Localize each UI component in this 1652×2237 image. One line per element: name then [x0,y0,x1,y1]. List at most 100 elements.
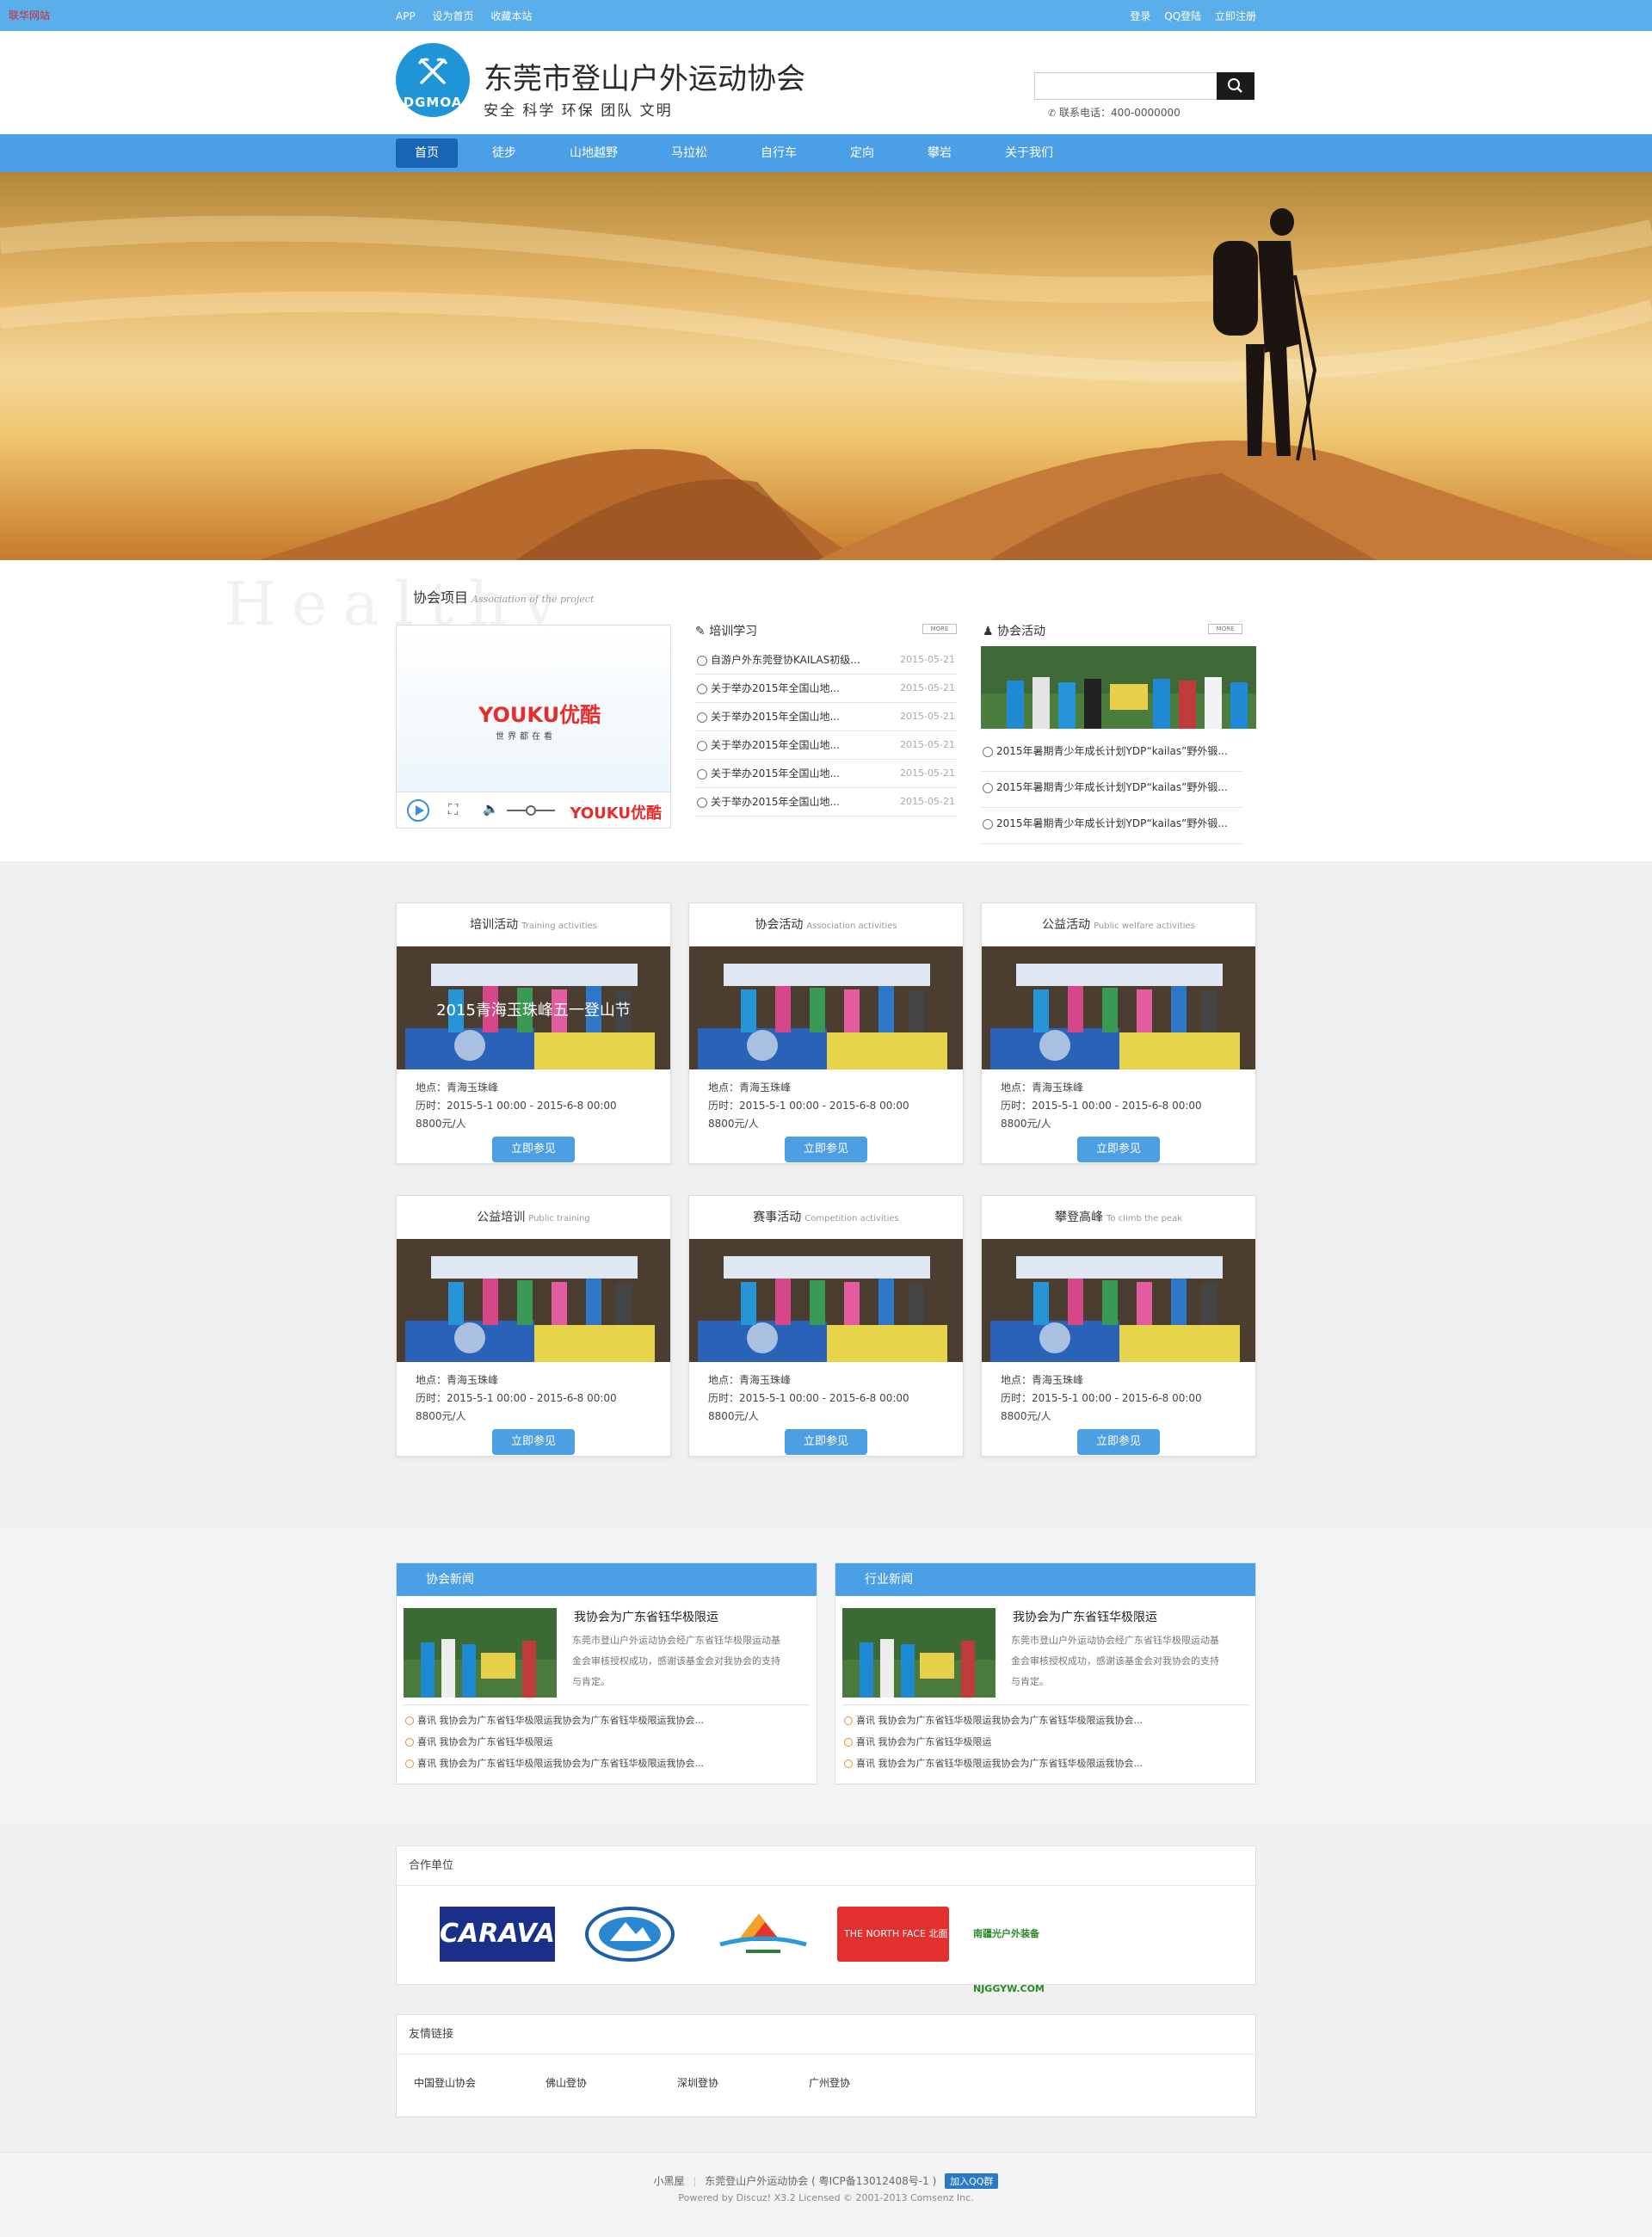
partner-logo-badge[interactable] [584,1907,675,1962]
site-logo[interactable]: DGMOA [396,43,470,117]
nav-hiking[interactable]: 徒步 [473,139,535,168]
card-place: 地点：青海玉珠峰 [708,1374,792,1386]
activity-card: 公益培训 Public training 地点：青海玉珠峰 历时：2015-5-1 0… [396,1195,671,1457]
fullscreen-icon[interactable]: ⛶ [448,801,458,818]
friend-link[interactable]: 深圳登协 [677,2075,718,2090]
video-player[interactable]: YOUKU优酷 世界都在看 ⛶ 🔈 YOUKU优酷 [396,625,671,829]
register-link[interactable]: 立即注册 [1215,10,1256,22]
list-item[interactable]: 喜讯 我协会为广东省钰华极限运我协会为广东省钰华极限运我协会... [844,1753,1143,1774]
news-section: 协会新闻 我协会为广东省钰华极限运 东莞市登山户外运动协会经广东省钰华极限运动基… [0,1528,1652,1825]
list-item[interactable]: 关于举办2015年全国山地... 2015-05-21 [695,760,957,788]
activity-more-button[interactable]: MORE [1208,624,1242,634]
join-button[interactable]: 立即参见 [1077,1137,1160,1162]
main-nav: 首页 徒步 山地越野 马拉松 自行车 定向 攀岩 关于我们 [0,134,1652,172]
footer-powered-by: Powered by Discuz! X3.2 Licensed © 2001-… [678,2192,974,2203]
search-input[interactable] [1034,72,1217,100]
card-photo[interactable] [982,946,1255,1069]
partner-logo-carava[interactable]: CARAVA [440,1907,555,1962]
association-news-heading[interactable]: 协会新闻 [397,1563,817,1596]
card-photo[interactable] [982,1239,1255,1362]
set-homepage-link[interactable]: 设为首页 [433,10,474,22]
list-item[interactable]: 2015年暑期青少年成长计划YDP“kailas”野外锻... [981,736,1242,772]
card-photo[interactable] [689,946,963,1069]
card-title-en: Association activities [806,921,897,931]
friend-link[interactable]: 佛山登协 [546,2075,587,2090]
phone-icon: ✆ [1048,108,1057,119]
join-button[interactable]: 立即参见 [492,1137,575,1162]
list-item-text: 自游户外东莞登协KAILAS初级... [711,654,860,666]
bookmark-link[interactable]: 收藏本站 [490,10,532,22]
top-right-links: 登录 QQ登陆 立即注册 [1119,9,1256,23]
nav-climbing[interactable]: 攀岩 [909,139,971,168]
card-time: 历时：2015-5-1 00:00 - 2015-6-8 00:00 [708,1392,909,1404]
list-item[interactable]: 喜讯 我协会为广东省钰华极限运我协会为广东省钰华极限运我协会... [844,1710,1143,1731]
card-photo[interactable] [397,1239,670,1362]
volume-icon[interactable]: 🔈 [483,801,499,817]
search-button[interactable] [1217,72,1254,100]
card-photo[interactable] [689,1239,963,1362]
video-controls: ⛶ 🔈 YOUKU优酷 [397,792,670,828]
join-button[interactable]: 立即参见 [785,1137,867,1162]
card-title-en: Public training [528,1214,590,1223]
list-item[interactable]: 喜讯 我协会为广东省钰华极限运 [405,1731,704,1753]
news-list: 喜讯 我协会为广东省钰华极限运我协会为广东省钰华极限运我协会... 喜讯 我协会… [405,1710,704,1774]
industry-news-heading[interactable]: 行业新闻 [835,1563,1255,1596]
card-title: 攀登高峰 To climb the peak [982,1196,1255,1239]
video-brand: YOUKU优酷 [478,703,601,727]
friend-link[interactable]: 广州登协 [809,2075,850,2090]
ice-axe-icon [418,58,447,84]
news-title[interactable]: 我协会为广东省钰华极限运 [574,1608,718,1625]
list-item[interactable]: 喜讯 我协会为广东省钰华极限运我协会为广东省钰华极限运我协会... [405,1753,704,1774]
qq-login-link[interactable]: QQ登陆 [1164,10,1201,22]
nav-home[interactable]: 首页 [396,139,458,168]
search-icon [1228,78,1242,93]
friend-link[interactable]: 中国登山协会 [414,2075,476,2090]
join-button[interactable]: 立即参见 [492,1429,575,1455]
activity-photo[interactable] [981,646,1256,729]
hero-banner[interactable] [0,172,1652,560]
play-icon[interactable] [407,799,429,822]
login-link[interactable]: 登录 [1130,10,1150,22]
nav-cycling[interactable]: 自行车 [742,139,816,168]
list-item[interactable]: 2015年暑期青少年成长计划YDP“kailas”野外锻... [981,772,1242,808]
card-title: 培训活动 Training activities [397,903,670,946]
training-heading: ✎ 培训学习 [695,622,757,639]
site-slogan: 安全 科学 环保 团队 文明 [484,102,673,120]
join-qq-group-button[interactable]: 加入QQ群 [945,2173,999,2189]
corner-label[interactable]: 联华网站 [9,8,50,22]
join-button[interactable]: 立即参见 [785,1429,867,1455]
news-photo[interactable] [404,1608,557,1698]
list-item[interactable]: 关于举办2015年全国山地... 2015-05-21 [695,731,957,760]
join-button[interactable]: 立即参见 [1077,1429,1160,1455]
volume-slider[interactable] [507,805,555,816]
card-title-text: 公益活动 [1042,918,1091,932]
nav-about[interactable]: 关于我们 [986,139,1072,168]
footer-site-link[interactable]: 小黑屋 [654,2175,685,2187]
activity-heading: ♟ 协会活动 [983,622,1045,639]
list-item-text: 关于举办2015年全国山地... [711,796,840,808]
footer-icp[interactable]: 东莞登山户外运动协会 ( 粤ICP备13012408号-1 ) [705,2175,936,2187]
card-place: 地点：青海玉珠峰 [708,1082,792,1094]
list-item[interactable]: 喜讯 我协会为广东省钰华极限运 [844,1731,1143,1753]
card-title: 协会活动 Association activities [689,903,963,946]
top-bar: 联华网站 APP 设为首页 收藏本站 登录 QQ登陆 立即注册 [0,0,1652,31]
card-title: 公益培训 Public training [397,1196,670,1239]
list-item[interactable]: 关于举办2015年全国山地... 2015-05-21 [695,788,957,817]
project-title-text: 协会项目 [413,589,469,606]
nav-orienteering[interactable]: 定向 [831,139,893,168]
news-title[interactable]: 我协会为广东省钰华极限运 [1013,1608,1157,1625]
list-item[interactable]: 喜讯 我协会为广东省钰华极限运我协会为广东省钰华极限运我协会... [405,1710,704,1731]
list-item[interactable]: 自游户外东莞登协KAILAS初级... 2015-05-21 [695,646,957,675]
card-title-text: 培训活动 [470,918,519,932]
nav-marathon[interactable]: 马拉松 [652,139,726,168]
list-item[interactable]: 2015年暑期青少年成长计划YDP“kailas”野外锻... [981,808,1242,844]
app-link[interactable]: APP [396,10,416,22]
training-more-button[interactable]: MORE [922,624,957,634]
list-item[interactable]: 关于举办2015年全国山地... 2015-05-21 [695,703,957,731]
news-photo[interactable] [842,1608,996,1698]
partner-logo-north-face[interactable]: THE NORTH FACE 北面 [837,1907,949,1962]
partner-logo-njggyw[interactable]: 南疆光户外装备 NJGGYW.COM [970,1907,1087,1994]
nav-trail-running[interactable]: 山地越野 [551,139,637,168]
list-item[interactable]: 关于举办2015年全国山地... 2015-05-21 [695,675,957,703]
partner-logo-club[interactable] [712,1907,815,1962]
